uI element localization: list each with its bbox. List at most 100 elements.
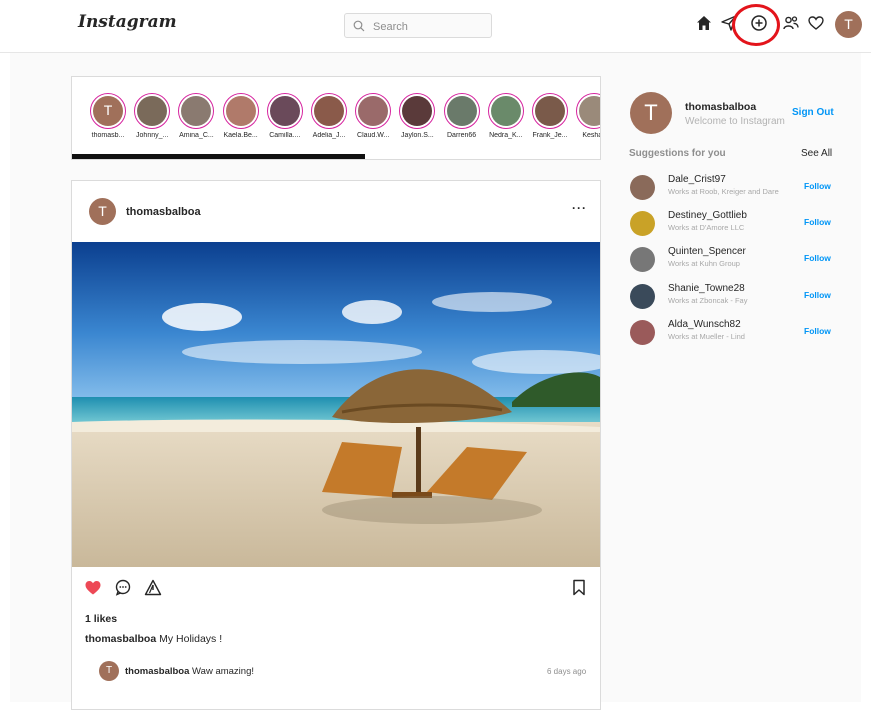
story-avatar [358,96,389,126]
sidebar-welcome-text: Welcome to Instagram [685,116,785,127]
story-avatar [225,96,256,126]
story-username: Amina_C... [179,132,214,139]
suggestion-avatar[interactable] [630,283,655,309]
story-item[interactable]: Kaela.Be... [221,93,261,139]
story-ring [576,93,600,129]
story-username: Frank_Je... [532,132,568,139]
story-username: Darren66 [447,132,477,139]
follow-button[interactable]: Follow [804,181,831,191]
search-icon [353,19,365,37]
story-item[interactable]: Johnny_... [132,93,172,139]
story-item[interactable]: Jaylon.S... [397,93,437,139]
story-username: Keshau [582,132,600,139]
suggestion-avatar[interactable] [630,175,655,200]
suggestion-row: Destiney_Gottlieb Works at D'Amore LLC Fol… [630,209,835,239]
story-avatar [402,96,433,126]
story-username: Adelia_J... [312,132,346,139]
follow-button[interactable]: Follow [804,253,831,263]
caption-username[interactable]: thomasbalboa [85,633,156,645]
suggestion-username[interactable]: Alda_Wunsch82 [668,319,741,330]
instagram-logo[interactable]: Instagram [78,12,177,32]
suggestion-row: Shanie_Towne28 Works at Zboncak - Fay Foll… [630,282,835,312]
story-username: Kaela.Be... [223,132,258,139]
story-item[interactable]: Camilla.... [265,93,305,139]
story-item[interactable]: Tthomasb... [88,93,128,139]
see-all-link[interactable]: See All [801,148,832,159]
comment-text: Waw amazing! [192,666,254,677]
story-username: Camilla.... [269,132,301,139]
sidebar-username[interactable]: thomasbalboa [685,101,756,113]
suggestion-username[interactable]: Destiney_Gottlieb [668,210,747,221]
suggestion-row: Dale_Crist97 Works at Roob, Kreiger and D… [630,173,835,203]
comment-icon[interactable] [114,579,132,601]
story-username: Johnny_... [136,132,169,139]
suggestion-username[interactable]: Quinten_Spencer [668,246,746,257]
top-nav-bar: Instagram T [0,0,871,53]
story-avatar [269,96,300,126]
activity-heart-icon[interactable] [807,14,829,36]
suggestion-workplace: Works at Mueller - Lind [668,331,745,341]
comment-avatar[interactable]: T [99,661,119,681]
story-ring: T [90,93,126,129]
stories-bar: Tthomasb... Johnny_... Amina_C... Kaela.Be.… [71,76,601,160]
follow-button[interactable]: Follow [804,217,831,227]
post-caption: thomasbalboa My Holidays ! [85,633,222,645]
story-avatar [446,96,477,126]
story-avatar [314,96,344,126]
story-ring [134,93,171,129]
search-input[interactable] [371,17,485,36]
story-username: Jaylon.S... [401,132,434,139]
share-icon[interactable] [144,579,162,601]
bookmark-icon[interactable] [572,579,586,601]
follow-button[interactable]: Follow [804,290,831,300]
beach-photo-illustration [72,242,600,567]
story-item[interactable]: Frank_Je... [530,93,570,139]
follow-button[interactable]: Follow [804,326,831,336]
suggestion-username[interactable]: Shanie_Towne28 [668,283,745,294]
story-ring [532,93,568,129]
caption-text: My Holidays ! [159,633,223,645]
post-author-username[interactable]: thomasbalboa [126,206,201,218]
home-icon[interactable] [695,14,717,36]
post-options-icon[interactable]: ··· [572,201,587,215]
likes-count[interactable]: 1 likes [85,613,117,625]
story-item[interactable]: Darren66 [442,93,482,139]
story-ring [266,93,303,129]
sign-out-button[interactable]: Sign Out [792,107,834,118]
story-item[interactable]: Adelia_J... [309,93,349,139]
comment-timestamp: 6 days ago [547,667,587,676]
story-ring [222,93,259,129]
search-box[interactable] [344,13,492,38]
like-heart-icon[interactable] [84,579,102,601]
explore-people-icon[interactable] [782,14,804,36]
suggestion-workplace: Works at Roob, Kreiger and Dare [668,187,779,196]
story-item[interactable]: Amina_C... [176,93,216,139]
suggestion-workplace: Works at Zboncak - Fay [668,295,748,305]
story-ring [355,93,392,129]
suggestion-row: Alda_Wunsch82 Works at Mueller - Lind Foll… [630,318,835,348]
suggestion-avatar[interactable] [630,247,655,273]
story-item[interactable]: Nedra_K... [486,93,526,139]
suggestion-avatar[interactable] [630,319,655,345]
story-avatar [490,96,521,126]
story-avatar [137,96,168,126]
suggestion-avatar[interactable] [630,211,655,237]
post-photo[interactable] [72,242,600,567]
profile-avatar[interactable]: T [835,11,862,38]
comment-username[interactable]: thomasbalboa [125,666,189,677]
suggestion-row: Quinten_Spencer Works at Kuhn Group Follow [630,245,835,275]
comment: thomasbalboa Waw amazing! [125,666,254,677]
story-avatar [579,96,600,126]
suggestion-username[interactable]: Dale_Crist97 [668,174,726,185]
story-username: Nedra_K... [489,132,523,139]
sidebar-profile-avatar[interactable]: T [630,92,672,134]
story-username: Claud.W... [357,132,390,139]
post-card: T thomasbalboa ··· 1 likes thomasbalboa … [71,180,601,710]
story-item[interactable]: Keshau [574,93,600,139]
story-ring [487,93,524,129]
post-author-avatar[interactable]: T [89,198,116,225]
story-ring [443,93,480,129]
story-avatar: T [93,96,123,126]
stories-scrollbar[interactable] [72,154,365,159]
story-item[interactable]: Claud.W... [353,93,393,139]
